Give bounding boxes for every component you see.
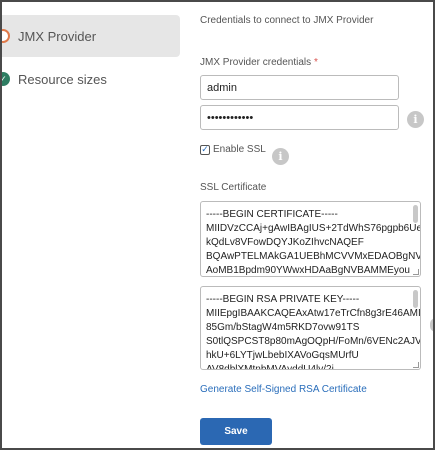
credentials-label-text: JMX Provider credentials [200,57,312,68]
sidebar: JMX Provider ✓ Resource sizes [2,2,180,448]
info-icon[interactable]: i [272,148,289,165]
drawer-handle[interactable] [430,318,433,332]
window-frame: JMX Provider ✓ Resource sizes Credential… [0,0,435,450]
ssl-certificate-text: -----BEGIN CERTIFICATE----- MIIDVzCCAj+g… [206,209,421,276]
sidebar-item-label: JMX Provider [18,28,97,44]
private-key-textarea[interactable]: -----BEGIN RSA PRIVATE KEY----- MIIEpgIB… [200,286,421,370]
ssl-certificate-textarea[interactable]: -----BEGIN CERTIFICATE----- MIIDVzCCAj+g… [200,201,421,277]
resize-grip[interactable] [413,362,419,368]
password-input[interactable] [200,105,399,130]
ssl-certificate-label: SSL Certificate [200,182,267,193]
check-icon: ✓ [2,72,10,86]
enable-ssl-checkbox[interactable]: ✓ [200,144,210,155]
enable-ssl-label: Enable SSL [213,144,266,155]
sidebar-item-resource-sizes[interactable]: ✓ Resource sizes [2,58,180,100]
save-button[interactable]: Save [200,418,272,445]
pending-step-icon [2,29,10,43]
required-marker: * [313,57,318,68]
info-icon[interactable]: i [407,111,424,128]
scrollbar[interactable] [413,290,418,308]
credentials-label: JMX Provider credentials * [200,57,318,68]
sidebar-item-jmx-provider[interactable]: JMX Provider [2,15,180,57]
enable-ssl-row: ✓ Enable SSL [200,144,266,155]
section-title: Credentials to connect to JMX Provider [200,15,374,26]
generate-certificate-link[interactable]: Generate Self-Signed RSA Certificate [200,384,367,395]
username-input[interactable] [200,75,399,100]
sidebar-item-label: Resource sizes [18,71,107,87]
scrollbar[interactable] [413,205,418,223]
private-key-text: -----BEGIN RSA PRIVATE KEY----- MIIEpgIB… [206,294,421,370]
resize-grip[interactable] [413,269,419,275]
main-content: Credentials to connect to JMX Provider J… [200,2,433,448]
